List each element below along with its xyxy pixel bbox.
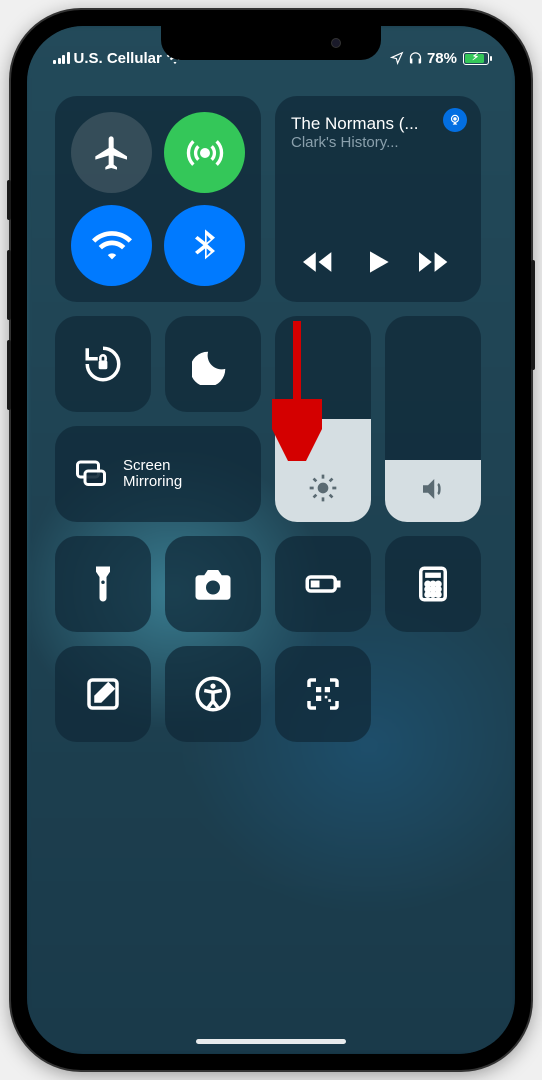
qr-scanner-button[interactable]: [275, 646, 371, 742]
volume-icon: [418, 474, 448, 504]
flashlight-button[interactable]: [55, 536, 151, 632]
camera-button[interactable]: [165, 536, 261, 632]
media-subtitle: Clark's History...: [291, 134, 465, 151]
fast-forward-button[interactable]: [414, 240, 458, 284]
wifi-toggle[interactable]: [71, 205, 152, 286]
location-icon: [390, 51, 404, 65]
cellular-data-toggle[interactable]: [164, 112, 245, 193]
home-indicator[interactable]: [196, 1039, 346, 1044]
screen: U.S. Cellular 78% ⚡︎: [27, 26, 515, 1054]
low-power-mode-toggle[interactable]: [275, 536, 371, 632]
connectivity-group[interactable]: [55, 96, 261, 302]
iphone-frame: U.S. Cellular 78% ⚡︎: [11, 10, 531, 1070]
carrier-label: U.S. Cellular: [74, 50, 162, 67]
screen-mirroring-button[interactable]: Screen Mirroring: [55, 426, 261, 522]
media-playback-tile[interactable]: The Normans (... Clark's History...: [275, 96, 481, 302]
do-not-disturb-toggle[interactable]: [165, 316, 261, 412]
volume-up-button: [7, 250, 11, 320]
mute-switch: [7, 180, 11, 220]
play-button[interactable]: [356, 240, 400, 284]
media-title: The Normans (...: [291, 114, 465, 134]
orientation-lock-toggle[interactable]: [55, 316, 151, 412]
calculator-button[interactable]: [385, 536, 481, 632]
rewind-button[interactable]: [298, 240, 342, 284]
front-camera-icon: [331, 38, 341, 48]
airplay-icon[interactable]: [443, 108, 467, 132]
volume-slider[interactable]: [385, 316, 481, 522]
notes-button[interactable]: [55, 646, 151, 742]
headphones-icon: [408, 51, 423, 66]
cellular-signal-icon: [53, 52, 70, 64]
brightness-icon: [307, 472, 339, 504]
bluetooth-toggle[interactable]: [164, 205, 245, 286]
volume-down-button: [7, 340, 11, 410]
notch: [161, 26, 381, 60]
screen-mirroring-label: Screen Mirroring: [123, 458, 182, 491]
control-center: The Normans (... Clark's History...: [55, 96, 487, 756]
charging-bolt-icon: ⚡︎: [472, 52, 479, 63]
battery-icon: ⚡︎: [463, 52, 489, 65]
brightness-slider[interactable]: [275, 316, 371, 522]
airplane-mode-toggle[interactable]: [71, 112, 152, 193]
accessibility-button[interactable]: [165, 646, 261, 742]
battery-percent: 78%: [427, 50, 457, 67]
side-button: [531, 260, 535, 370]
